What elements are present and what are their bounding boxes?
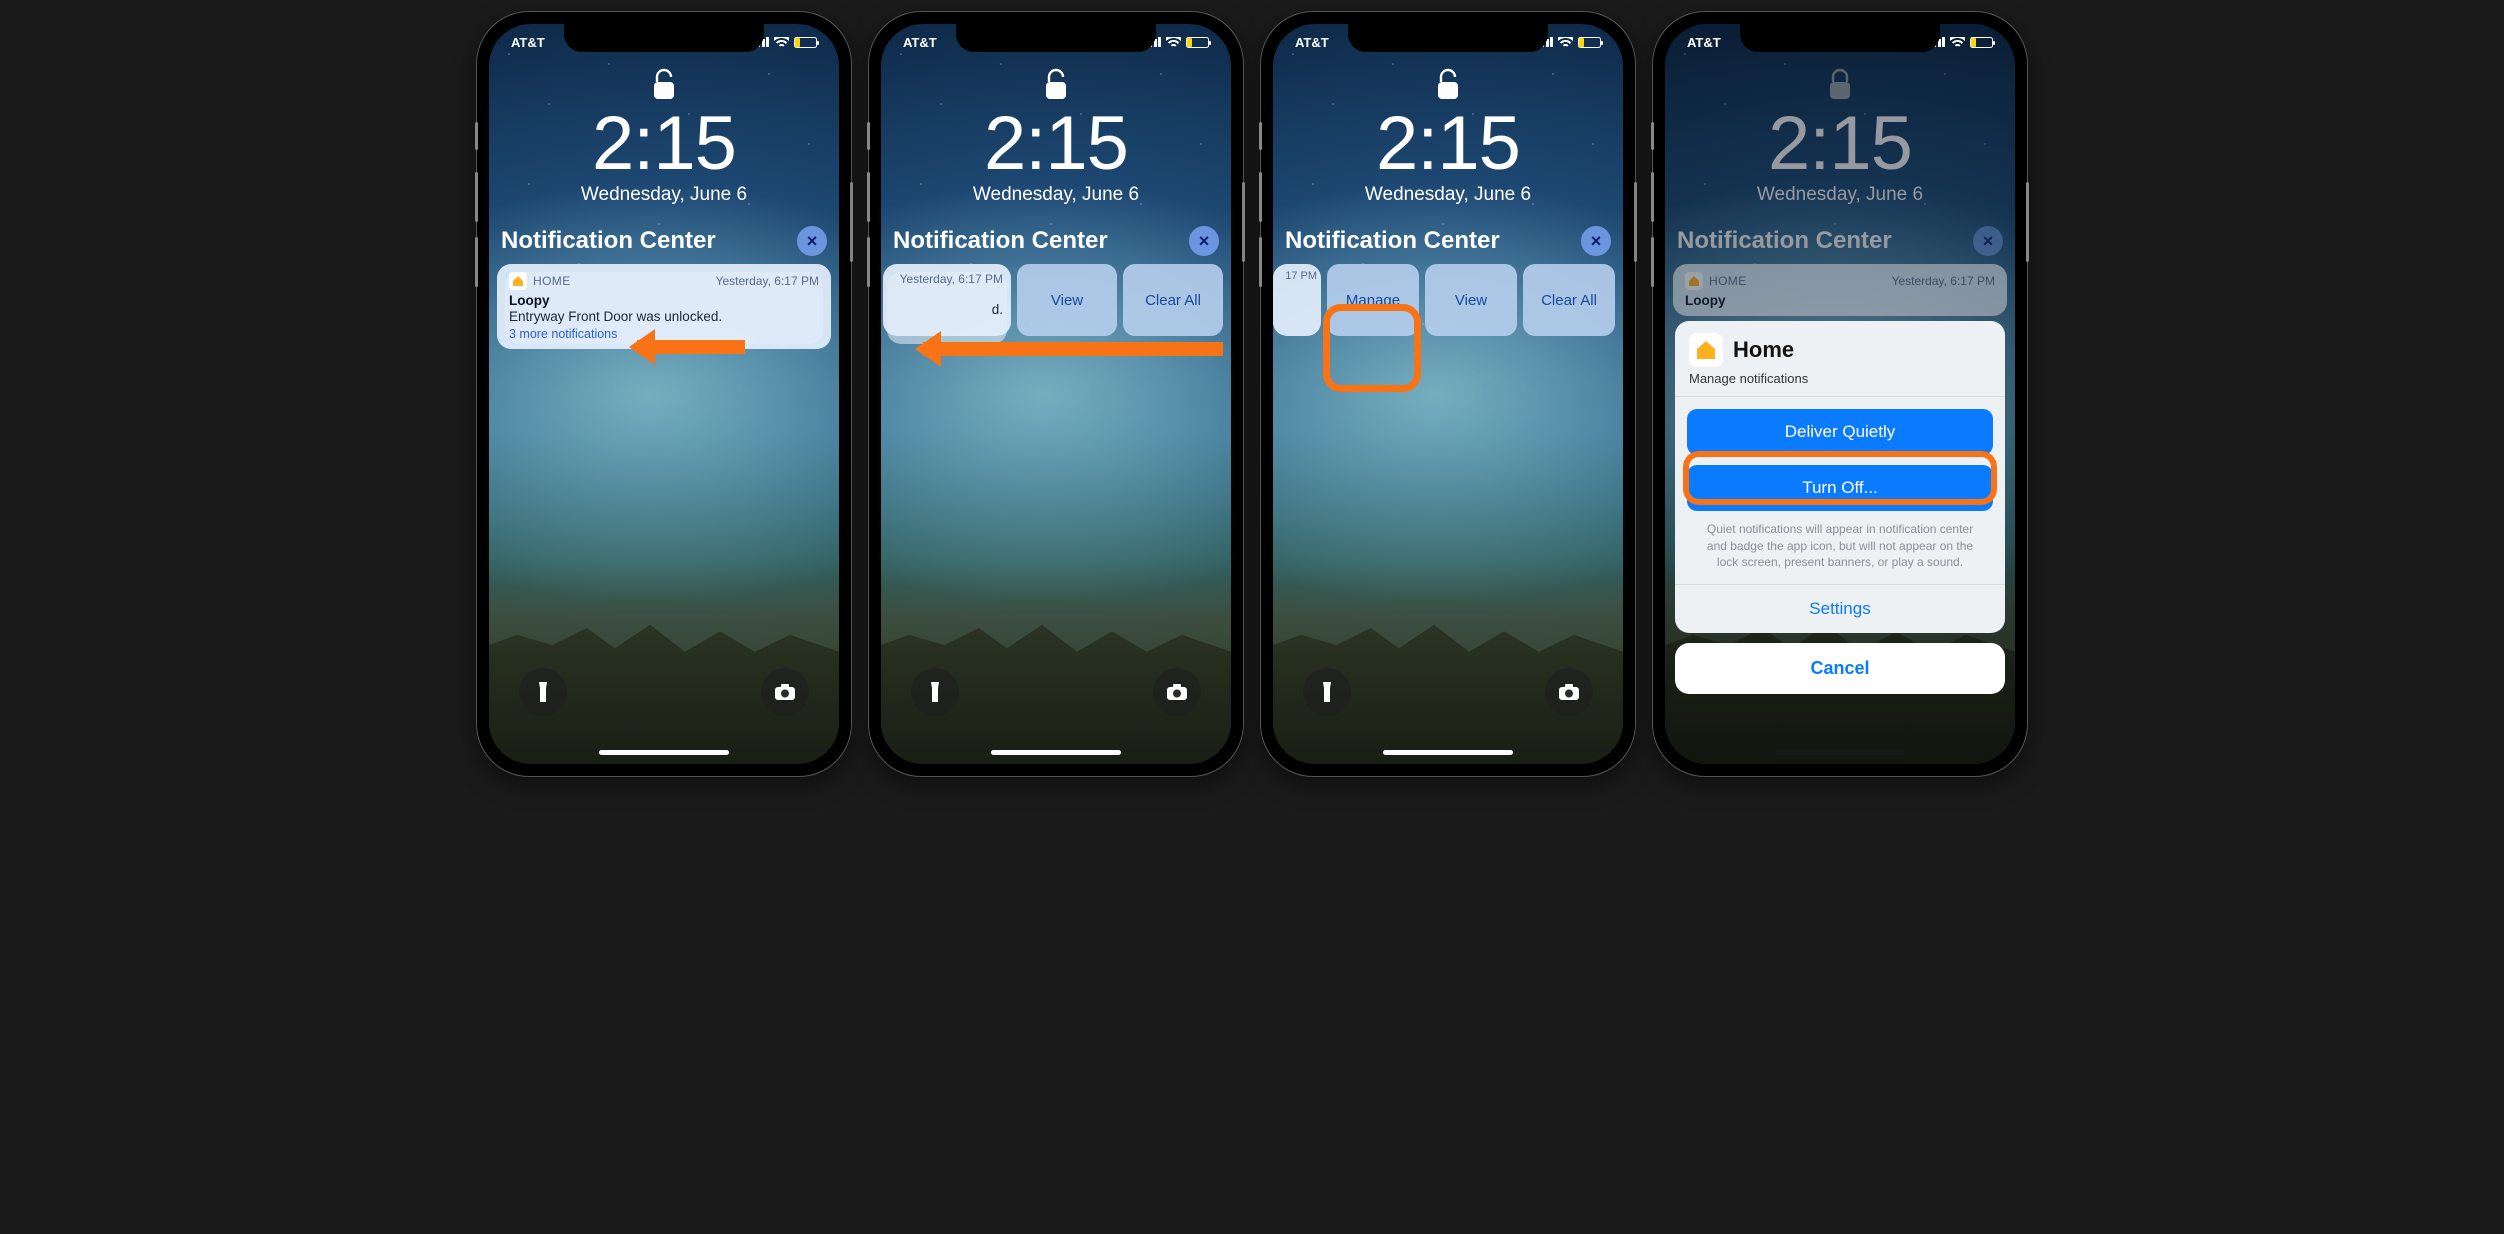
- nc-close-button[interactable]: ×: [1581, 226, 1611, 256]
- notification-card-swiped[interactable]: 17 PM: [1273, 264, 1321, 336]
- deliver-quietly-button[interactable]: Deliver Quietly: [1687, 409, 1993, 455]
- battery-icon: [1578, 37, 1601, 48]
- battery-icon: [1186, 37, 1209, 48]
- sheet-subtitle: Manage notifications: [1675, 371, 2005, 396]
- flashlight-button[interactable]: [1303, 668, 1351, 716]
- flashlight-button[interactable]: [519, 668, 567, 716]
- notification-card-swiped[interactable]: Yesterday, 6:17 PM d.: [883, 264, 1011, 336]
- home-app-icon: [509, 272, 527, 290]
- swipe-action-manage[interactable]: Manage: [1327, 264, 1419, 336]
- lock-date: Wednesday, June 6: [881, 184, 1231, 206]
- unlock-icon: [1043, 68, 1069, 102]
- notch: [564, 24, 764, 52]
- manage-sheet: Home Manage notifications Deliver Quietl…: [1675, 321, 2005, 694]
- screen-3: AT&T 2:15 Wednesday, June 6 Notification…: [1273, 24, 1623, 764]
- lock-date: Wednesday, June 6: [489, 184, 839, 206]
- wifi-icon: [1558, 37, 1573, 48]
- carrier-label: AT&T: [1295, 35, 1329, 50]
- notif-timestamp: Yesterday, 6:17 PM: [716, 274, 819, 288]
- lock-time: 2:15: [489, 106, 839, 182]
- device-frame-1: AT&T 2:15 Wednesday, June 6 Notification…: [477, 12, 851, 776]
- screen-4: AT&T 2:15 Wednesday, June 6 Notification…: [1665, 24, 2015, 764]
- notif-app-label: HOME: [533, 274, 571, 288]
- carrier-label: AT&T: [1687, 35, 1721, 50]
- notch: [1740, 24, 1940, 52]
- notif-title: Loopy: [509, 293, 819, 308]
- home-app-icon: [1689, 333, 1723, 367]
- notif-timestamp: Yesterday, 6:17 PM: [891, 272, 1003, 286]
- carrier-label: AT&T: [903, 35, 937, 50]
- swipe-action-view[interactable]: View: [1425, 264, 1517, 336]
- camera-button[interactable]: [1545, 668, 1593, 716]
- home-indicator[interactable]: [599, 750, 729, 755]
- nc-title: Notification Center: [501, 227, 716, 255]
- battery-icon: [1970, 37, 1993, 48]
- unlock-icon: [651, 68, 677, 102]
- unlock-icon: [1435, 68, 1461, 102]
- screen-2: AT&T 2:15 Wednesday, June 6 Notification…: [881, 24, 1231, 764]
- home-indicator[interactable]: [991, 750, 1121, 755]
- nc-title: Notification Center: [1285, 227, 1500, 255]
- notif-more: 3 more notifications: [509, 327, 819, 341]
- notch: [1348, 24, 1548, 52]
- lock-date: Wednesday, June 6: [1273, 184, 1623, 206]
- sheet-note: Quiet notifications will appear in notif…: [1687, 521, 1993, 576]
- screen-1: AT&T 2:15 Wednesday, June 6 Notification…: [489, 24, 839, 764]
- lock-time: 2:15: [1273, 106, 1623, 182]
- nc-close-button[interactable]: ×: [797, 226, 827, 256]
- turn-off-button[interactable]: Turn Off...: [1687, 465, 1993, 511]
- wifi-icon: [774, 37, 789, 48]
- battery-icon: [794, 37, 817, 48]
- home-indicator[interactable]: [1383, 750, 1513, 755]
- annotation-arrow: [637, 340, 745, 354]
- notif-body-fragment: d.: [891, 302, 1003, 317]
- cancel-button[interactable]: Cancel: [1675, 643, 2005, 694]
- device-frame-3: AT&T 2:15 Wednesday, June 6 Notification…: [1261, 12, 1635, 776]
- notif-ts-fragment: 17 PM: [1277, 270, 1317, 282]
- settings-button[interactable]: Settings: [1675, 584, 2005, 633]
- swipe-action-clear-all[interactable]: Clear All: [1523, 264, 1615, 336]
- annotation-arrow: [923, 342, 1223, 356]
- flashlight-button[interactable]: [911, 668, 959, 716]
- nc-title: Notification Center: [893, 227, 1108, 255]
- notification-card[interactable]: HOME Yesterday, 6:17 PM Loopy Entryway F…: [497, 264, 831, 349]
- device-frame-2: AT&T 2:15 Wednesday, June 6 Notification…: [869, 12, 1243, 776]
- notch: [956, 24, 1156, 52]
- camera-button[interactable]: [761, 668, 809, 716]
- sheet-app-title: Home: [1733, 337, 1794, 363]
- nc-close-button[interactable]: ×: [1189, 226, 1219, 256]
- device-frame-4: AT&T 2:15 Wednesday, June 6 Notification…: [1653, 12, 2027, 776]
- swipe-action-view[interactable]: View: [1017, 264, 1117, 336]
- notif-body: Entryway Front Door was unlocked.: [509, 309, 819, 324]
- swipe-action-clear-all[interactable]: Clear All: [1123, 264, 1223, 336]
- carrier-label: AT&T: [511, 35, 545, 50]
- camera-button[interactable]: [1153, 668, 1201, 716]
- wifi-icon: [1950, 37, 1965, 48]
- lock-time: 2:15: [881, 106, 1231, 182]
- wifi-icon: [1166, 37, 1181, 48]
